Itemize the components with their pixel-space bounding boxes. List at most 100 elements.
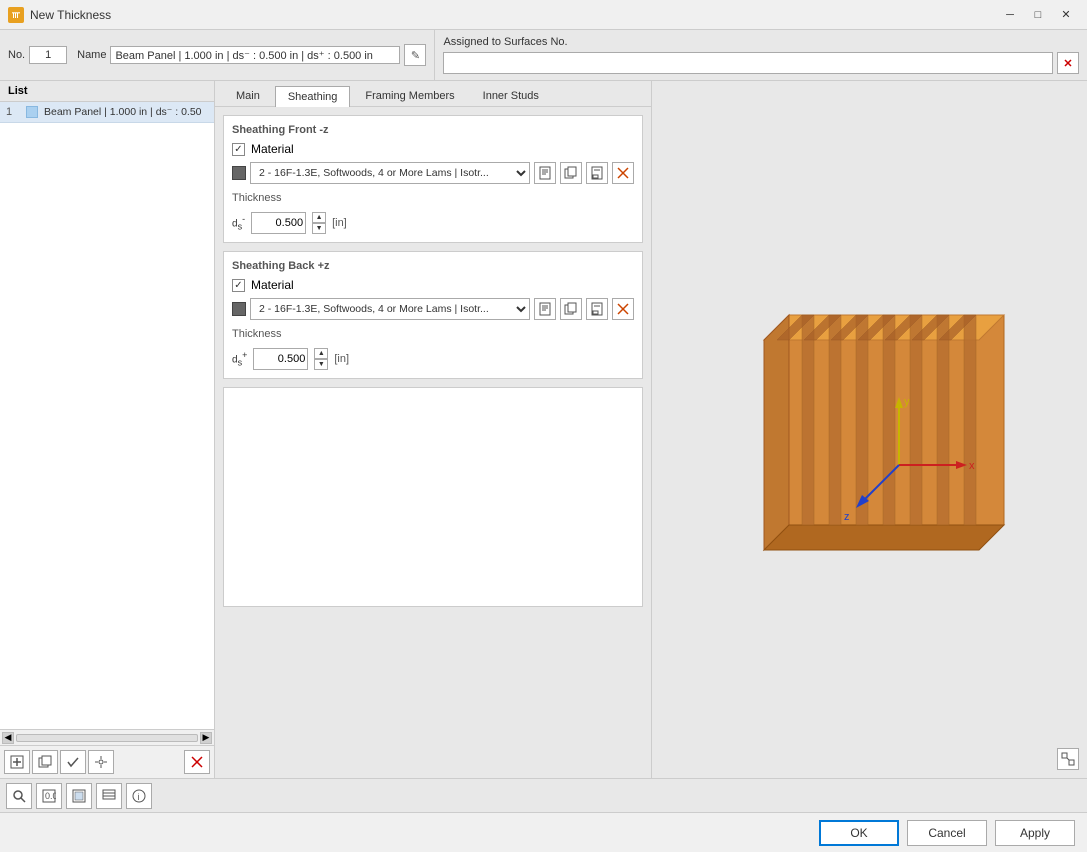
back-material-checkbox-row: ✓ Material	[232, 278, 634, 292]
edit-name-button[interactable]: ✎	[404, 44, 426, 66]
header-row: No. Name ✎ Assigned to Surfaces No. ✕	[0, 30, 1087, 81]
assigned-input[interactable]	[443, 52, 1053, 74]
svg-text:0.0: 0.0	[45, 791, 56, 801]
sheathing-back-title: Sheathing Back +z	[232, 260, 634, 272]
back-material-select[interactable]: 2 - 16F-1.3E, Softwoods, 4 or More Lams …	[250, 298, 530, 320]
back-material-color	[232, 302, 246, 316]
tab-inner[interactable]: Inner Studs	[470, 85, 552, 106]
front-material-edit-btn[interactable]	[586, 162, 608, 184]
back-thickness-row: Thickness	[232, 328, 634, 340]
no-input[interactable]	[29, 46, 67, 64]
list-toolbar	[0, 745, 214, 778]
no-field-group: No.	[8, 46, 67, 64]
front-thickness-label: Thickness	[232, 192, 282, 204]
toolbar-table-btn[interactable]	[96, 783, 122, 809]
back-ds-label: ds+	[232, 350, 247, 367]
assigned-section: Assigned to Surfaces No. ✕	[435, 30, 1087, 80]
dialog-layout: No. Name ✎ Assigned to Surfaces No. ✕ Li…	[0, 30, 1087, 852]
list-panel: List 1 Beam Panel | 1.000 in | ds⁻ : 0.5…	[0, 81, 215, 778]
back-ds-unit: [in]	[334, 353, 349, 365]
back-thickness-label: Thickness	[232, 328, 282, 340]
cancel-button[interactable]: Cancel	[907, 820, 987, 846]
toolbar-numbering-btn[interactable]: 0.0	[36, 783, 62, 809]
copy-item-button[interactable]	[32, 750, 58, 774]
front-ds-input[interactable]	[251, 212, 306, 234]
apply-button[interactable]: Apply	[995, 820, 1075, 846]
back-material-edit-btn[interactable]	[586, 298, 608, 320]
assigned-clear-button[interactable]: ✕	[1057, 52, 1079, 74]
back-material-checkbox[interactable]: ✓	[232, 279, 245, 292]
dialog-body: List 1 Beam Panel | 1.000 in | ds⁻ : 0.5…	[0, 81, 1087, 778]
svg-text:z: z	[844, 511, 850, 523]
front-ds-unit: [in]	[332, 217, 347, 229]
minimize-button[interactable]: ─	[997, 5, 1023, 25]
front-material-row: 2 - 16F-1.3E, Softwoods, 4 or More Lams …	[232, 162, 634, 184]
name-field-group: Name ✎	[77, 44, 426, 66]
front-ds-spinner: ▲ ▼	[312, 212, 326, 234]
front-material-checkbox[interactable]: ✓	[232, 143, 245, 156]
window-title: New Thickness	[30, 8, 111, 22]
list-item-icon	[26, 106, 38, 118]
list-item-text: Beam Panel | 1.000 in | ds⁻ : 0.50	[44, 106, 202, 118]
title-bar: New Thickness ─ □ ✕	[0, 0, 1087, 30]
settings-button[interactable]	[88, 750, 114, 774]
form-panel: Main Sheathing Framing Members Inner Stu…	[215, 81, 652, 778]
front-ds-label: ds-	[232, 214, 245, 231]
tab-sheathing[interactable]: Sheathing	[275, 86, 351, 107]
sheathing-front-title: Sheathing Front -z	[232, 124, 634, 136]
assigned-label: Assigned to Surfaces No.	[443, 36, 1079, 48]
form-body: Sheathing Front -z ✓ Material 2 - 16F-1.…	[215, 107, 651, 778]
app-icon	[8, 7, 24, 23]
list-header: List	[0, 81, 214, 102]
preview-panel: y x z	[652, 81, 1087, 778]
list-scrollbar[interactable]	[16, 734, 198, 742]
back-ds-up[interactable]: ▲	[314, 348, 328, 359]
empty-section	[223, 387, 643, 607]
list-content: 1 Beam Panel | 1.000 in | ds⁻ : 0.50	[0, 102, 214, 729]
close-button[interactable]: ✕	[1053, 5, 1079, 25]
front-material-copy-btn[interactable]	[560, 162, 582, 184]
back-material-book-btn[interactable]	[534, 298, 556, 320]
list-item-number: 1	[6, 106, 20, 118]
front-material-select[interactable]: 2 - 16F-1.3E, Softwoods, 4 or More Lams …	[250, 162, 530, 184]
front-material-book-btn[interactable]	[534, 162, 556, 184]
back-ds-down[interactable]: ▼	[314, 359, 328, 370]
front-material-label: Material	[251, 142, 294, 156]
sheathing-back-section: Sheathing Back +z ✓ Material 2 - 16F-1.3…	[223, 251, 643, 379]
new-item-button[interactable]	[4, 750, 30, 774]
front-material-color	[232, 166, 246, 180]
ok-button[interactable]: OK	[819, 820, 899, 846]
beam-panel-3d: y x z	[714, 265, 1024, 595]
list-scrollbar-area[interactable]: ◀ ▶	[0, 729, 214, 745]
preview-expand-button[interactable]	[1057, 748, 1079, 770]
back-material-copy-btn[interactable]	[560, 298, 582, 320]
front-thickness-value-row: ds- ▲ ▼ [in]	[232, 212, 634, 234]
window-controls: ─ □ ✕	[997, 5, 1079, 25]
back-ds-input[interactable]	[253, 348, 308, 370]
tab-main[interactable]: Main	[223, 85, 273, 106]
svg-text:y: y	[904, 396, 910, 408]
assigned-row: ✕	[443, 52, 1079, 74]
front-ds-down[interactable]: ▼	[312, 223, 326, 234]
tabs-row: Main Sheathing Framing Members Inner Stu…	[215, 81, 651, 107]
tab-framing[interactable]: Framing Members	[352, 85, 467, 106]
scroll-left-btn[interactable]: ◀	[2, 732, 14, 744]
name-input[interactable]	[110, 46, 400, 64]
back-material-clear-btn[interactable]	[612, 298, 634, 320]
list-item[interactable]: 1 Beam Panel | 1.000 in | ds⁻ : 0.50	[0, 102, 214, 123]
back-material-row: 2 - 16F-1.3E, Softwoods, 4 or More Lams …	[232, 298, 634, 320]
front-ds-up[interactable]: ▲	[312, 212, 326, 223]
maximize-button[interactable]: □	[1025, 5, 1051, 25]
header-fields: No. Name ✎	[0, 30, 435, 80]
name-label: Name	[77, 49, 106, 61]
toolbar-view-btn[interactable]	[66, 783, 92, 809]
no-label: No.	[8, 49, 25, 61]
check-item-button[interactable]	[60, 750, 86, 774]
back-thickness-value-row: ds+ ▲ ▼ [in]	[232, 348, 634, 370]
toolbar-info-btn[interactable]: i	[126, 783, 152, 809]
toolbar-search-btn[interactable]	[6, 783, 32, 809]
delete-item-button[interactable]	[184, 750, 210, 774]
front-material-clear-btn[interactable]	[612, 162, 634, 184]
front-thickness-row: Thickness	[232, 192, 634, 204]
scroll-right-btn[interactable]: ▶	[200, 732, 212, 744]
